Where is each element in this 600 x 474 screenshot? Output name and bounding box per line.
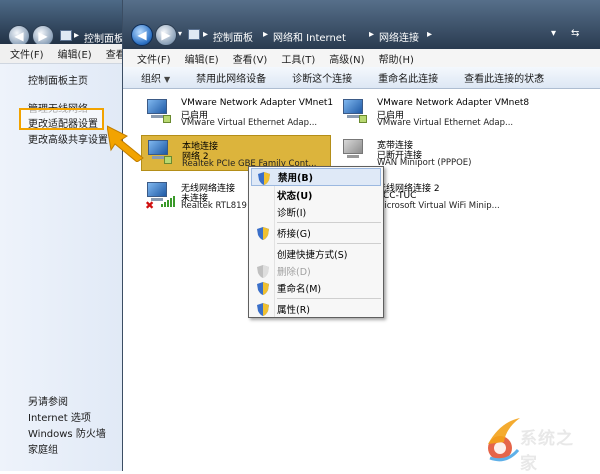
uac-shield-icon xyxy=(258,172,270,185)
nav-windows-firewall[interactable]: Windows 防火墙 xyxy=(28,425,106,440)
network-adapter-icon xyxy=(146,140,174,166)
back-title-bar: ◀ ▶ ▸ 控制面板 xyxy=(0,0,130,47)
back-button[interactable]: ◀ xyxy=(131,24,153,46)
back-menu-file[interactable]: 文件(F) xyxy=(10,46,44,61)
disconnected-x-icon: ✖ xyxy=(145,199,155,212)
breadcrumb-network-internet[interactable]: 网络和 Internet xyxy=(273,29,346,44)
organize-label: 组织 xyxy=(141,74,161,85)
rename-button[interactable]: 重命名此连接 xyxy=(378,70,438,85)
menu-item-status[interactable]: 状态(U) xyxy=(251,186,381,204)
breadcrumb-control-panel[interactable]: 控制面板 xyxy=(213,29,253,44)
chevron-icon: ▸ xyxy=(369,29,375,40)
menu-item-label: 属性(R) xyxy=(277,305,311,316)
menu-item-label: 禁用(B) xyxy=(278,173,313,184)
menu-item-diagnose[interactable]: 诊断(I) xyxy=(251,203,381,221)
control-panel-icon xyxy=(60,30,72,41)
back-chevron-icon: ▸ xyxy=(74,30,80,41)
context-menu: 禁用(B) 状态(U) 诊断(I) 桥接(G) 创建快捷方式(S) 删除(D) … xyxy=(248,166,384,318)
menu-item-label: 桥接(G) xyxy=(277,229,311,240)
view-status-button[interactable]: 查看此连接的状态 xyxy=(464,70,544,85)
back-window: ◀ ▶ ▸ 控制面板 文件(F) 编辑(E) 查看 控制面板主页 管理无线网络 … xyxy=(0,0,130,471)
adapter-vmnet1[interactable]: VMware Network Adapter VMnet1 已启用 VMware… xyxy=(141,95,334,131)
nav-advanced-sharing[interactable]: 更改高级共享设置 xyxy=(28,131,108,146)
menu-separator xyxy=(277,243,381,244)
network-adapter-icon xyxy=(145,99,173,125)
chevron-icon: ▸ xyxy=(203,29,209,40)
refresh-icon[interactable]: ⇆ xyxy=(571,28,579,39)
menu-item-disable[interactable]: 禁用(B) xyxy=(251,168,381,186)
signal-bars-icon xyxy=(161,196,175,207)
logo-swirl-icon xyxy=(488,418,520,462)
menu-item-properties[interactable]: 属性(R) xyxy=(251,300,381,318)
menu-item-label: 状态(U) xyxy=(277,191,313,202)
uac-shield-icon xyxy=(257,282,269,295)
broadband-icon xyxy=(341,139,369,165)
more-commands-button[interactable]: » xyxy=(537,71,543,82)
menu-bar: 文件(F) 编辑(E) 查看(V) 工具(T) 高级(N) 帮助(H) xyxy=(123,49,600,67)
menu-item-label: 创建快捷方式(S) xyxy=(277,250,348,261)
menu-item-label: 删除(D) xyxy=(277,267,311,278)
adapter-description: Realtek RTL819 xyxy=(181,201,247,211)
menu-view[interactable]: 查看(V) xyxy=(233,51,268,66)
nav-change-adapter-settings[interactable]: 更改适配器设置 xyxy=(28,115,98,130)
recent-pages-icon[interactable]: ▾ xyxy=(178,29,182,38)
menu-separator xyxy=(277,222,381,223)
menu-advanced[interactable]: 高级(N) xyxy=(329,51,364,66)
back-menu-bar: 文件(F) 编辑(E) 查看 xyxy=(0,44,130,64)
organize-button[interactable]: 组织 ▼ xyxy=(141,70,170,85)
uac-shield-icon xyxy=(257,265,269,278)
nav-homegroup[interactable]: 家庭组 xyxy=(28,441,58,456)
menu-edit[interactable]: 编辑(E) xyxy=(185,51,219,66)
menu-item-rename[interactable]: 重命名(M) xyxy=(251,279,381,297)
command-bar: 组织 ▼ 禁用此网络设备 诊断这个连接 重命名此连接 查看此连接的状态 » xyxy=(123,67,600,89)
menu-file[interactable]: 文件(F) xyxy=(137,51,171,66)
back-menu-edit[interactable]: 编辑(E) xyxy=(58,46,92,61)
adapter-name: VMware Network Adapter VMnet1 xyxy=(181,98,334,108)
dropdown-icon[interactable]: ▾ xyxy=(551,28,556,39)
chevron-icon: ▸ xyxy=(263,29,269,40)
menu-tools[interactable]: 工具(T) xyxy=(281,51,315,66)
watermark-logo: 系统之家 xyxy=(480,414,590,474)
network-adapter-icon xyxy=(341,99,369,125)
uac-shield-icon xyxy=(257,303,269,316)
chevron-icon: ▸ xyxy=(427,29,433,40)
diagnose-button[interactable]: 诊断这个连接 xyxy=(292,70,352,85)
adapter-vmnet8[interactable]: VMware Network Adapter VMnet8 已启用 VMware… xyxy=(337,95,537,131)
nav-internet-options[interactable]: Internet 选项 xyxy=(28,409,91,424)
menu-item-bridge[interactable]: 桥接(G) xyxy=(251,224,381,242)
adapter-name: VMware Network Adapter VMnet8 xyxy=(377,98,530,108)
back-breadcrumb[interactable]: 控制面板 xyxy=(84,30,124,45)
menu-item-label: 重命名(M) xyxy=(277,284,322,295)
adapter-description: VMware Virtual Ethernet Adap... xyxy=(377,118,514,128)
menu-item-delete: 删除(D) xyxy=(251,262,381,280)
watermark-text: 系统之家 xyxy=(520,429,574,474)
network-folder-icon xyxy=(188,29,200,40)
dropdown-arrow-icon: ▼ xyxy=(164,75,171,84)
wireless-adapter-icon: ✖ xyxy=(145,182,175,212)
uac-shield-icon xyxy=(257,227,269,240)
adapter-description: WAN Miniport (PPPOE) xyxy=(377,158,472,168)
adapter-description: VMware Virtual Ethernet Adap... xyxy=(181,118,318,128)
menu-item-label: 诊断(I) xyxy=(277,208,307,219)
menu-help[interactable]: 帮助(H) xyxy=(379,51,414,66)
menu-item-create-shortcut[interactable]: 创建快捷方式(S) xyxy=(251,245,381,263)
forward-button[interactable]: ▶ xyxy=(155,24,177,46)
adapter-description: Microsoft Virtual WiFi Minip... xyxy=(377,201,500,211)
see-also-heading: 另请参阅 xyxy=(28,397,68,408)
nav-control-panel-home[interactable]: 控制面板主页 xyxy=(28,72,88,87)
disable-device-button[interactable]: 禁用此网络设备 xyxy=(196,70,266,85)
menu-separator xyxy=(277,298,381,299)
pointer-arrow-icon xyxy=(107,125,144,162)
front-title-bar: ◀ ▶ ▾ ▸ 控制面板 ▸ 网络和 Internet ▸ 网络连接 ▸ ▾ ⇆ xyxy=(123,0,600,49)
breadcrumb-network-connections[interactable]: 网络连接 xyxy=(379,29,419,44)
